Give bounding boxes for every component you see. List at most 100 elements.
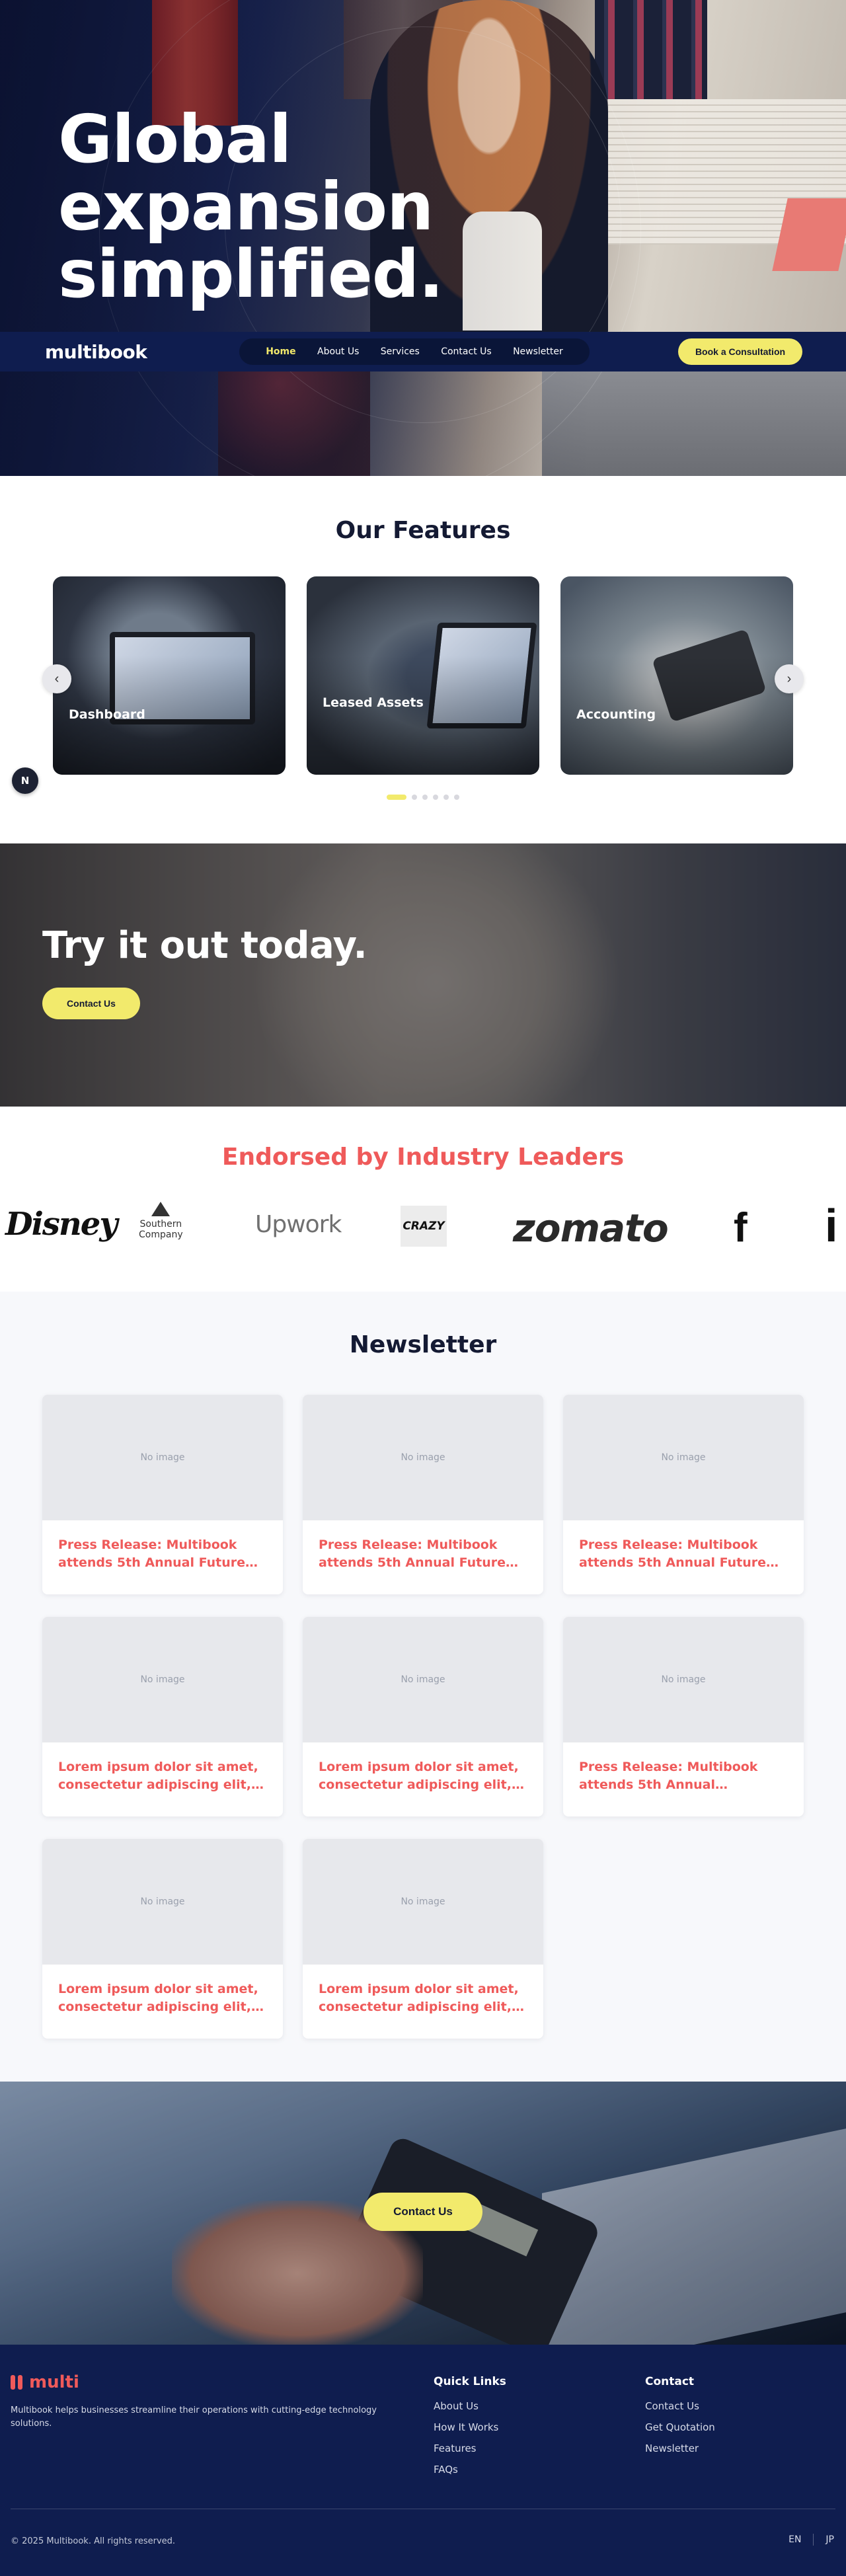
chevron-right-icon: › — [787, 671, 792, 686]
footer-contact-links: Contact Contact Us Get Quotation Newslet… — [645, 2375, 715, 2464]
lang-separator — [813, 2534, 814, 2546]
carousel-dot[interactable] — [443, 795, 449, 800]
carousel-prev-button[interactable]: ‹ — [42, 664, 71, 693]
newsletter-card-thumbnail: No image — [303, 1839, 543, 1965]
multibook-mark-icon — [11, 2375, 22, 2390]
hero-title: Global expansion simplified. — [58, 106, 443, 308]
nav-links-pill: Home About Us Services Contact Us Newsle… — [239, 338, 590, 365]
try-contact-us-button[interactable]: Contact Us — [42, 988, 140, 1019]
hero-title-line: simplified. — [58, 235, 443, 313]
footer-description: Multibook helps businesses streamline th… — [11, 2405, 377, 2429]
nav-link-services[interactable]: Services — [381, 346, 420, 357]
newsletter-card-thumbnail: No image — [42, 1617, 283, 1742]
newsletter-card-thumbnail: No image — [303, 1395, 543, 1520]
newsletter-card-thumbnail: No image — [303, 1617, 543, 1742]
newsletter-card[interactable]: No image Press Release: Multibook attend… — [563, 1617, 804, 1816]
feature-card-label: Dashboard — [69, 707, 145, 722]
newsletter-section: Newsletter No image Press Release: Multi… — [0, 1292, 846, 2082]
carousel-next-button[interactable]: › — [775, 664, 804, 693]
endorsed-title: Endorsed by Industry Leaders — [221, 1144, 625, 1171]
upwork-logo: Upwork — [255, 1211, 342, 1238]
carousel-dots — [0, 795, 846, 800]
footer-brand-name: multi — [29, 2372, 79, 2392]
newsletter-card[interactable]: No image Lorem ipsum dolor sit amet, con… — [303, 1617, 543, 1816]
footer-quick-links: Quick Links About Us How It Works Featur… — [434, 2375, 506, 2485]
newsletter-card-title: Lorem ipsum dolor sit amet, consectetur … — [58, 1982, 258, 2014]
footer-quick-links-title: Quick Links — [434, 2375, 506, 2388]
feature-card-label: Leased Assets — [323, 695, 424, 710]
carousel-dot[interactable] — [433, 795, 438, 800]
newsletter-card[interactable]: No image Press Release: Multibook attend… — [303, 1395, 543, 1594]
feature-card-shade — [307, 576, 539, 775]
facebook-logo: f — [734, 1205, 748, 1251]
feature-card-label: Accounting — [576, 707, 656, 722]
newsletter-card-thumbnail: No image — [563, 1395, 804, 1520]
feature-card-shade — [560, 576, 793, 775]
endorsed-section: Endorsed by Industry Leaders Disney Sout… — [0, 1107, 846, 1292]
language-switcher: EN JP — [788, 2534, 834, 2546]
partial-logo: i — [825, 1200, 838, 1251]
crazy-logo: CRAZY — [401, 1206, 447, 1247]
newsletter-card-title: Press Release: Multibook attends 5th Ann… — [579, 1760, 758, 1792]
disney-logo: Disney — [5, 1206, 118, 1243]
book-consultation-button[interactable]: Book a Consultation — [678, 338, 802, 365]
newsletter-card-title: Lorem ipsum dolor sit amet, consectetur … — [319, 1982, 519, 2014]
carousel-dot[interactable] — [454, 795, 459, 800]
site-logo[interactable]: multibook — [45, 341, 147, 363]
carousel-dot[interactable] — [422, 795, 428, 800]
contact-band-section: Contact Us — [0, 2082, 846, 2345]
newsletter-card-title: Lorem ipsum dolor sit amet, consectetur … — [319, 1760, 519, 1792]
newsletter-card[interactable]: No image Lorem ipsum dolor sit amet, con… — [303, 1839, 543, 2039]
features-title: Our Features — [335, 517, 511, 544]
newsletter-grid: No image Press Release: Multibook attend… — [42, 1395, 804, 2039]
partner-logos-strip: Disney Southern Company Upwork CRAZY zom… — [0, 1192, 846, 1259]
nav-link-about-us[interactable]: About Us — [317, 346, 359, 357]
hero-title-line: expansion — [58, 168, 434, 245]
main-navbar: multibook Home About Us Services Contact… — [0, 332, 846, 371]
newsletter-card-thumbnail: No image — [42, 1839, 283, 1965]
newsletter-title: Newsletter — [349, 1331, 497, 1358]
footer-link-newsletter[interactable]: Newsletter — [645, 2442, 715, 2454]
footer-logo[interactable]: multi — [11, 2372, 79, 2392]
feature-card-accounting[interactable]: Accounting — [560, 576, 793, 775]
feature-card-leased-assets[interactable]: Leased Assets — [307, 576, 539, 775]
nav-link-contact-us[interactable]: Contact Us — [441, 346, 491, 357]
hero-title-line: Global — [58, 100, 291, 178]
footer-link-get-quotation[interactable]: Get Quotation — [645, 2421, 715, 2433]
contact-us-button[interactable]: Contact Us — [364, 2193, 482, 2231]
lang-jp-option[interactable]: JP — [826, 2534, 834, 2545]
feature-card-dashboard[interactable]: Dashboard — [53, 576, 286, 775]
footer-link-contact-us[interactable]: Contact Us — [645, 2400, 715, 2412]
footer-link-how-it-works[interactable]: How It Works — [434, 2421, 506, 2433]
lang-en-option[interactable]: EN — [788, 2534, 801, 2545]
chevron-left-icon: ‹ — [54, 671, 59, 686]
features-carousel: Dashboard Leased Assets Accounting — [53, 576, 793, 775]
try-overlay — [0, 843, 846, 1107]
newsletter-card-thumbnail: No image — [42, 1395, 283, 1520]
feature-card-shade — [53, 576, 286, 775]
footer-link-faqs[interactable]: FAQs — [434, 2464, 506, 2476]
footer-contact-title: Contact — [645, 2375, 695, 2388]
southern-company-text: Southern — [139, 1219, 182, 1229]
carousel-dot[interactable] — [412, 795, 417, 800]
newsletter-card[interactable]: No image Lorem ipsum dolor sit amet, con… — [42, 1839, 283, 2039]
footer-copyright: © 2025 Multibook. All rights reserved. — [11, 2536, 176, 2546]
carousel-dot[interactable] — [387, 795, 406, 800]
newsletter-card[interactable]: No image Press Release: Multibook attend… — [42, 1395, 283, 1594]
site-footer: multi Multibook helps businesses streaml… — [0, 2345, 846, 2576]
southern-company-logo: Southern Company — [139, 1202, 183, 1240]
newsletter-card-title: Press Release: Multibook attends 5th Ann… — [579, 1538, 767, 1570]
newsletter-card[interactable]: No image Lorem ipsum dolor sit amet, con… — [42, 1617, 283, 1816]
try-it-section: Try it out today. Contact Us — [0, 843, 846, 1107]
nav-link-home[interactable]: Home — [266, 346, 295, 357]
try-title: Try it out today. — [42, 924, 367, 967]
nav-link-newsletter[interactable]: Newsletter — [513, 346, 563, 357]
footer-link-about-us[interactable]: About Us — [434, 2400, 506, 2412]
southern-company-mark-icon — [151, 1202, 171, 1216]
floating-n-badge[interactable]: N — [12, 767, 38, 794]
newsletter-card[interactable]: No image Press Release: Multibook attend… — [563, 1395, 804, 1594]
footer-link-features[interactable]: Features — [434, 2442, 506, 2454]
newsletter-card-title: Lorem ipsum dolor sit amet, consectetur … — [58, 1760, 258, 1792]
hero-section: Global expansion simplified. multibook H… — [0, 0, 846, 476]
newsletter-card-title: Press Release: Multibook attends 5th Ann… — [319, 1538, 506, 1570]
